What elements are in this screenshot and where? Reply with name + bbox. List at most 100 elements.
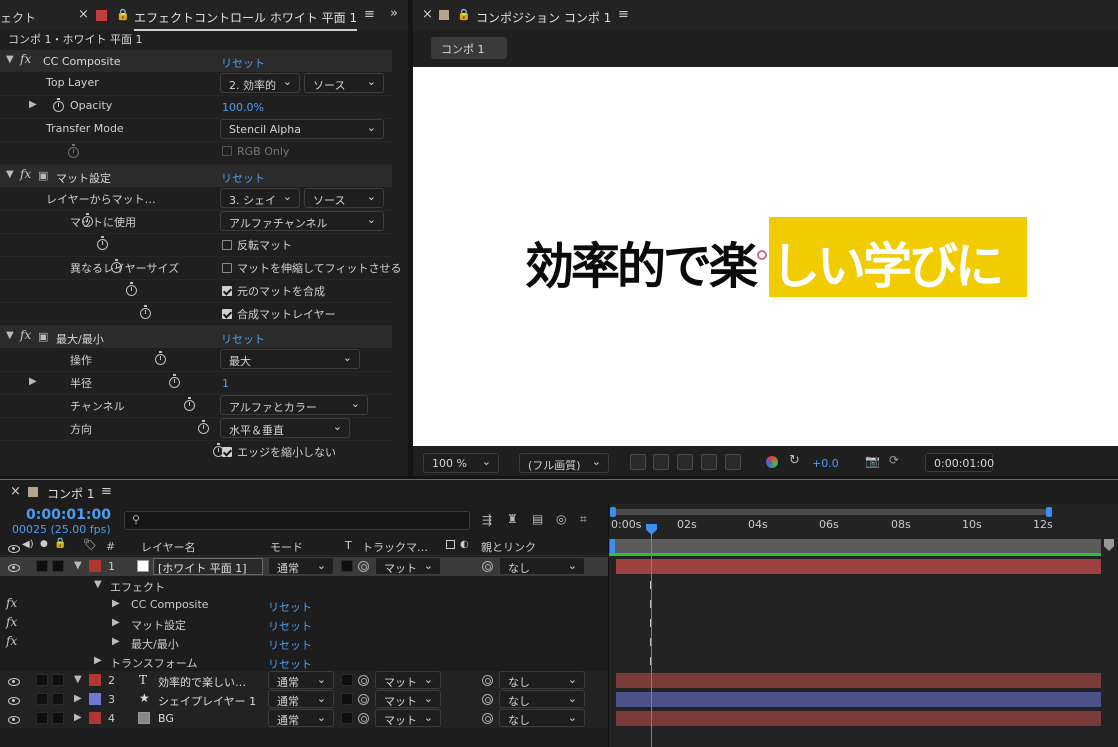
track-matte-dropdown[interactable]: マット ⌄ xyxy=(375,671,441,689)
channel-dropdown[interactable]: アルファとカラー ⌄ xyxy=(220,395,368,415)
visibility-eye-icon[interactable] xyxy=(8,678,20,686)
layer-duration-bar[interactable] xyxy=(616,673,1101,688)
collapse-icon[interactable]: ▼ xyxy=(6,330,14,341)
fx-icon[interactable]: fx xyxy=(6,596,17,610)
video-toggle-icon[interactable] xyxy=(8,545,20,553)
tab-effects-partial[interactable]: ェクト xyxy=(0,9,36,26)
dont-shrink-edges-checkbox[interactable]: エッジを縮小しない xyxy=(222,444,336,460)
track-matte-dropdown[interactable]: マット ⌄ xyxy=(375,557,441,575)
preserve-transparency-box[interactable] xyxy=(341,674,353,686)
parent-pickwhip-icon[interactable] xyxy=(482,561,493,572)
lock-box[interactable] xyxy=(52,674,64,686)
lock-icon[interactable]: 🔒 xyxy=(457,8,471,21)
blend-mode-dropdown[interactable]: 通常 ⌄ xyxy=(268,557,334,575)
expand-icon[interactable]: ▶ xyxy=(94,655,102,666)
expand-panels-icon[interactable]: » xyxy=(390,6,398,21)
fx-icon[interactable]: fx xyxy=(20,167,31,181)
stopwatch-icon[interactable] xyxy=(96,236,108,250)
reset-link[interactable]: リセット xyxy=(268,618,312,634)
column-track-matte[interactable]: トラックマ… xyxy=(362,539,428,555)
visibility-eye-icon[interactable] xyxy=(8,697,20,705)
visibility-eye-icon[interactable] xyxy=(8,564,20,572)
stopwatch-icon[interactable] xyxy=(198,420,209,434)
reset-link[interactable]: リセット xyxy=(268,656,312,672)
anchor-point-icon[interactable] xyxy=(757,250,767,260)
tab-timeline-comp[interactable]: コンポ 1 xyxy=(47,485,94,502)
comp-end-marker-icon[interactable] xyxy=(1104,539,1114,551)
layer-duration-bar[interactable] xyxy=(616,711,1101,726)
matte-pickwhip-icon[interactable] xyxy=(358,713,369,724)
matte-pickwhip-icon[interactable] xyxy=(358,675,369,686)
stopwatch-icon[interactable] xyxy=(53,98,64,112)
effect-row[interactable]: fx ▶ マット設定 リセット xyxy=(0,614,608,633)
matte-source-dropdown[interactable]: ソース ⌄ xyxy=(304,188,384,208)
blend-mode-dropdown[interactable]: 通常 ⌄ xyxy=(268,690,334,708)
navigator-end-handle[interactable] xyxy=(1046,507,1052,517)
blend-mode-dropdown[interactable]: 通常 ⌄ xyxy=(268,709,334,727)
layer-name[interactable]: シェイプレイヤー 1 xyxy=(158,693,256,709)
parent-dropdown[interactable]: なし ⌄ xyxy=(499,709,585,727)
solo-box[interactable] xyxy=(36,693,48,705)
current-time-display[interactable]: 0:00:01:00 xyxy=(26,507,111,523)
reset-link[interactable]: リセット xyxy=(221,331,265,347)
effect-row[interactable]: fx ▶ CC Composite リセット xyxy=(0,595,608,614)
grid-guides-icon[interactable] xyxy=(725,454,741,470)
graph-editor-icon[interactable]: ⌗ xyxy=(580,512,587,527)
expand-icon[interactable]: ▶ xyxy=(112,598,120,609)
layer-label-color[interactable] xyxy=(89,674,101,686)
work-area-bar[interactable] xyxy=(609,539,1101,554)
stopwatch-icon[interactable] xyxy=(169,374,180,388)
snapshot-camera-icon[interactable]: 📷 xyxy=(865,454,880,468)
exposure-value[interactable]: +0.0 xyxy=(812,457,839,470)
layer-search-input[interactable]: ⚲ xyxy=(124,511,470,530)
stopwatch-icon[interactable] xyxy=(183,397,195,411)
layer-label-color[interactable] xyxy=(89,693,101,705)
frame-blending-icon[interactable]: ▤ xyxy=(532,512,543,526)
use-for-matte-dropdown[interactable]: アルファチャンネル ⌄ xyxy=(220,211,384,231)
rgb-only-checkbox[interactable]: RGB Only xyxy=(222,145,289,158)
collapse-icon[interactable]: ▼ xyxy=(74,674,82,685)
timeline-graph[interactable]: 0:00s 02s 04s 06s 08s 10s 12s I I I I I xyxy=(608,504,1118,747)
layer-label-color[interactable] xyxy=(89,560,101,572)
parent-dropdown[interactable]: なし ⌄ xyxy=(499,690,585,708)
fx-icon[interactable]: fx xyxy=(6,634,17,648)
reset-link[interactable]: リセット xyxy=(221,170,265,186)
solo-box[interactable] xyxy=(36,560,48,572)
layer-row[interactable]: ▶ 3 ★ シェイプレイヤー 1 通常 ⌄ マット ⌄ なし ⌄ xyxy=(0,690,608,709)
zoom-dropdown[interactable]: 100 % ⌄ xyxy=(423,453,499,473)
show-snapshot-icon[interactable]: ⟳ xyxy=(889,453,899,467)
audio-toggle-icon[interactable]: ◀) xyxy=(22,539,34,550)
visibility-eye-icon[interactable] xyxy=(8,716,20,724)
collapse-icon[interactable]: ▼ xyxy=(6,54,14,65)
solo-box[interactable] xyxy=(36,674,48,686)
region-of-interest-icon[interactable] xyxy=(701,454,717,470)
parent-pickwhip-icon[interactable] xyxy=(482,675,493,686)
opacity-value[interactable]: 100.0% xyxy=(222,101,264,114)
collapse-icon[interactable]: ▼ xyxy=(94,579,102,590)
preserve-transparency-box[interactable] xyxy=(341,712,353,724)
work-area-start[interactable] xyxy=(610,539,615,554)
current-time-indicator[interactable] xyxy=(651,534,652,747)
expand-icon[interactable]: ▶ xyxy=(112,617,120,628)
expand-icon[interactable]: ▶ xyxy=(29,376,37,387)
mask-path-icon[interactable] xyxy=(677,454,693,470)
effect-header-cc-composite[interactable]: ▼ fx CC Composite リセット xyxy=(0,50,392,72)
preserve-transparency-box[interactable] xyxy=(341,693,353,705)
layer-row[interactable]: ▼ 1 [ホワイト 平面 1] 通常 ⌄ マット ⌄ なし ⌄ xyxy=(0,557,608,576)
layer-row[interactable]: ▼ 2 T 効率的で楽しい… 通常 ⌄ マット ⌄ なし ⌄ xyxy=(0,671,608,690)
solo-icon[interactable]: ● xyxy=(40,539,48,549)
panel-menu-icon[interactable]: ≡ xyxy=(101,484,112,499)
comp-timecode[interactable]: 0:00:01:00 xyxy=(925,453,994,472)
effect-header-set-matte[interactable]: ▼ fx ▣ マット設定 リセット xyxy=(0,165,392,187)
comp-canvas[interactable]: 効率的で楽 しい学びに xyxy=(413,67,1118,446)
effect-row[interactable]: fx ▶ 最大/最小 リセット xyxy=(0,633,608,652)
effect-header-minimax[interactable]: ▼ fx ▣ 最大/最小 リセット xyxy=(0,326,392,348)
resolution-dropdown[interactable]: (フル画質) ⌄ xyxy=(519,453,609,473)
blend-mode-dropdown[interactable]: 通常 ⌄ xyxy=(268,671,334,689)
top-layer-dropdown[interactable]: 2. 効率的 ⌄ xyxy=(220,73,300,93)
track-matte-dropdown[interactable]: マット ⌄ xyxy=(375,709,441,727)
stopwatch-icon[interactable] xyxy=(125,282,137,296)
tab-effect-controls[interactable]: エフェクトコントロール ホワイト 平面 1 xyxy=(134,9,358,31)
matte-layer-dropdown[interactable]: 3. シェイ ⌄ xyxy=(220,188,300,208)
invert-matte-checkbox[interactable]: 反転マット xyxy=(222,237,292,253)
